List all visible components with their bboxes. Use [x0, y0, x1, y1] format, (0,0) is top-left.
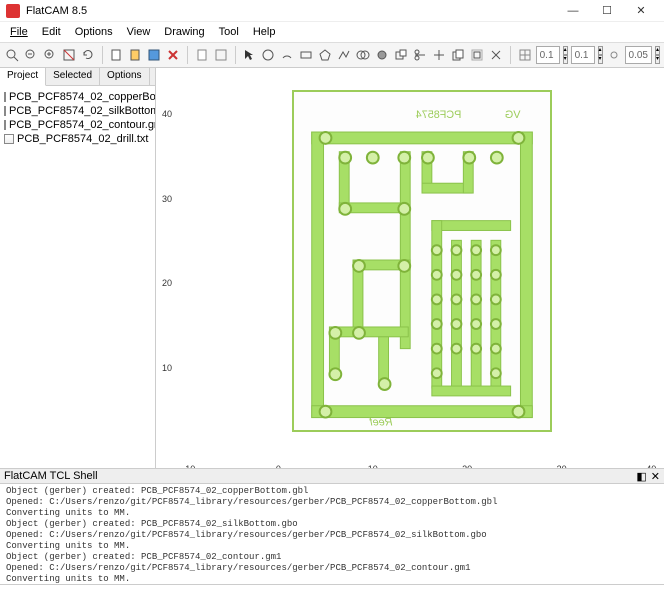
save-icon[interactable] [146, 45, 162, 65]
shell-close-icon[interactable]: ✕ [651, 470, 660, 483]
menubar: File Edit Options View Drawing Tool Help [0, 22, 664, 42]
x-tick: 30 [557, 464, 567, 468]
x-tick: 0 [276, 464, 281, 468]
menu-edit[interactable]: Edit [36, 24, 67, 40]
update-icon[interactable] [213, 45, 229, 65]
x-tick: 40 [646, 464, 656, 468]
window-title: FlatCAM 8.5 [26, 5, 556, 17]
snap-spinner[interactable]: ▴▾ [655, 46, 660, 64]
grid-x-input[interactable]: 0.1 [536, 46, 560, 64]
move-icon[interactable] [431, 45, 447, 65]
close-button[interactable]: ✕ [624, 0, 658, 22]
new-geometry-icon[interactable] [108, 45, 124, 65]
titlebar: FlatCAM 8.5 — ☐ ✕ [0, 0, 664, 22]
zoom-in-icon[interactable] [42, 45, 58, 65]
app-icon [6, 4, 20, 18]
union-icon[interactable] [355, 45, 371, 65]
shell-float-icon[interactable]: ◧ [636, 470, 646, 483]
delete-icon[interactable] [165, 45, 181, 65]
y-tick: 10 [162, 363, 172, 373]
tab-selected[interactable]: Selected [46, 68, 100, 85]
file-icon [4, 134, 14, 144]
delete-shape-icon[interactable] [488, 45, 504, 65]
zoom-fit-icon[interactable] [4, 45, 20, 65]
canvas[interactable]: 40 30 20 10 -10 0 10 20 30 40 [156, 68, 664, 468]
menu-tool[interactable]: Tool [213, 24, 245, 40]
snap-icon[interactable] [606, 45, 622, 65]
maximize-button[interactable]: ☐ [590, 0, 624, 22]
edit-geometry-icon[interactable] [127, 45, 143, 65]
tab-project[interactable]: Project [0, 68, 46, 86]
file-icon [4, 92, 6, 102]
snap-input[interactable]: 0.05 [625, 46, 652, 64]
x-tick: 10 [368, 464, 378, 468]
shell-header: FlatCAM TCL Shell ◧ ✕ [0, 468, 664, 484]
file-icon [4, 120, 6, 130]
polygon-icon[interactable] [317, 45, 333, 65]
toolbar: 0.1 ▴▾ 0.1 ▴▾ 0.05 ▴▾ [0, 42, 664, 68]
grid-y-spinner[interactable]: ▴▾ [598, 46, 603, 64]
tree-item[interactable]: PCB_PCF8574_02_silkBottom.gbo [2, 104, 153, 118]
replot-icon[interactable] [80, 45, 96, 65]
cut-path-icon[interactable] [412, 45, 428, 65]
menu-view[interactable]: View [121, 24, 157, 40]
path-icon[interactable] [336, 45, 352, 65]
rectangle-icon[interactable] [298, 45, 314, 65]
shell-input[interactable] [0, 584, 664, 600]
menu-options[interactable]: Options [69, 24, 119, 40]
x-tick: 20 [462, 464, 472, 468]
tree-item[interactable]: PCB_PCF8574_02_drill.txt [2, 132, 153, 146]
minimize-button[interactable]: — [556, 0, 590, 22]
project-tree: PCB_PCF8574_02_copperBottom.gbl PCB_PCF8… [0, 86, 155, 468]
shell-title: FlatCAM TCL Shell [4, 470, 98, 482]
side-panel: Project Selected Options Tool PCB_PCF857… [0, 68, 156, 468]
x-tick: -10 [182, 464, 195, 468]
tree-item[interactable]: PCB_PCF8574_02_copperBottom.gbl [2, 90, 153, 104]
buffer-icon[interactable] [469, 45, 485, 65]
grid-y-input[interactable]: 0.1 [571, 46, 595, 64]
circle-icon[interactable] [260, 45, 276, 65]
silk-text-top1: VG [505, 109, 521, 121]
file-icon [4, 106, 6, 116]
side-tabs: Project Selected Options Tool [0, 68, 155, 86]
menu-file[interactable]: File [4, 24, 34, 40]
grid-x-spinner[interactable]: ▴▾ [563, 46, 568, 64]
silk-text-top2: PCF8574 [416, 109, 462, 121]
y-tick: 30 [162, 194, 172, 204]
subtract-icon[interactable] [393, 45, 409, 65]
y-tick: 20 [162, 278, 172, 288]
tree-item[interactable]: PCB_PCF8574_02_contour.gm1 [2, 118, 153, 132]
y-tick: 40 [162, 109, 172, 119]
menu-help[interactable]: Help [247, 24, 282, 40]
new-blank-icon[interactable] [194, 45, 210, 65]
shell-output: Object (gerber) created: PCB_PCF8574_02_… [0, 484, 664, 584]
tab-options[interactable]: Options [100, 68, 149, 85]
copy-icon[interactable] [450, 45, 466, 65]
zoom-out-icon[interactable] [23, 45, 39, 65]
pcb-board: VG PCF8574 Reef [292, 90, 552, 432]
intersection-icon[interactable] [374, 45, 390, 65]
arc-icon[interactable] [279, 45, 295, 65]
menu-drawing[interactable]: Drawing [158, 24, 210, 40]
select-icon[interactable] [241, 45, 257, 65]
grid-icon[interactable] [517, 45, 533, 65]
silk-text-bottom: Reef [369, 416, 393, 428]
clear-plot-icon[interactable] [61, 45, 77, 65]
